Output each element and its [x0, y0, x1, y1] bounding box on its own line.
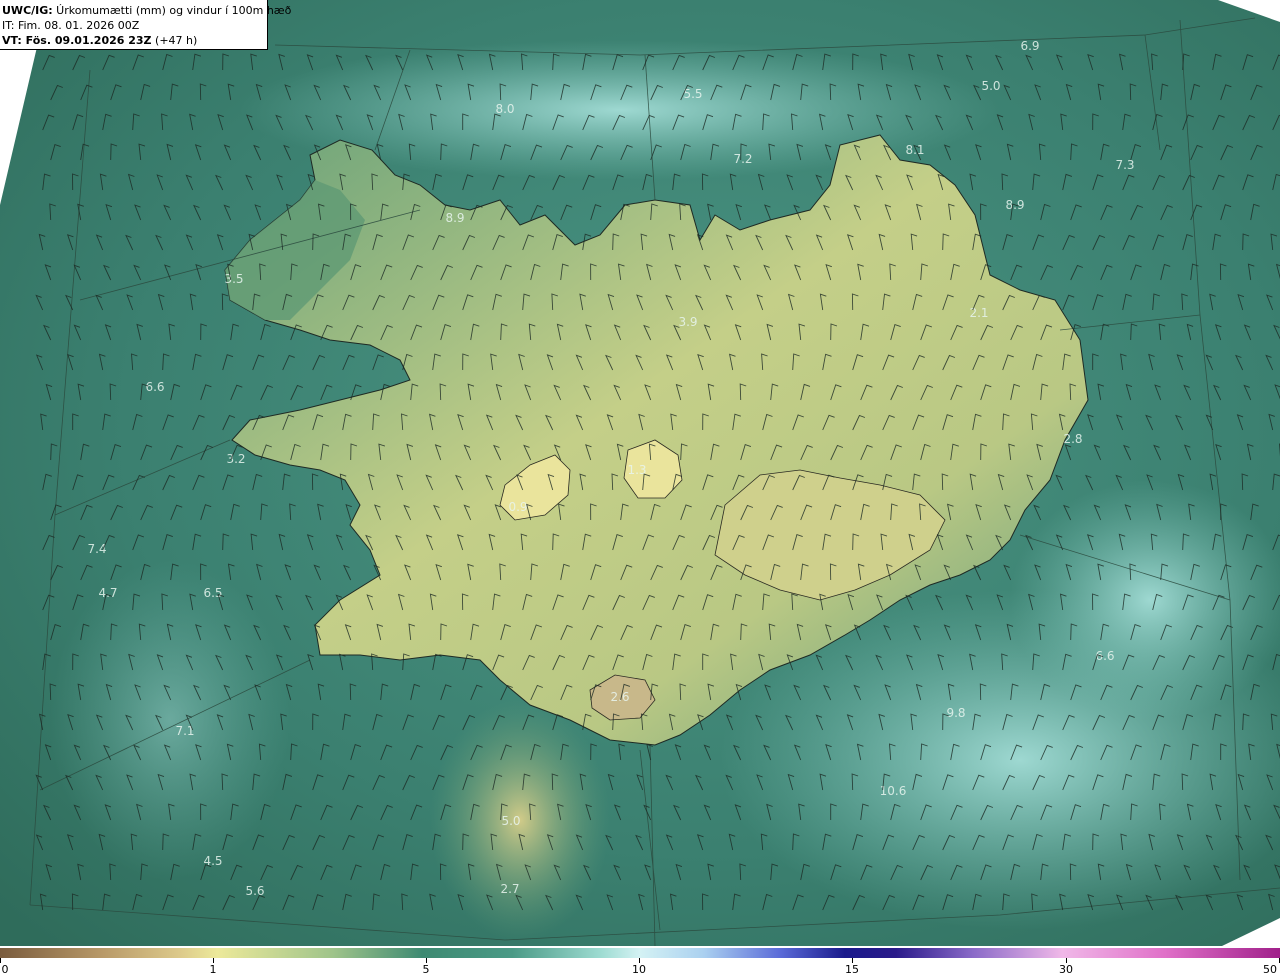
map-value: 2.6	[610, 690, 629, 704]
map-value: 5.0	[501, 814, 520, 828]
valid-time-line: VT: Fös. 09.01.2026 23Z (+47 h)	[2, 33, 267, 48]
map-value: 3.9	[678, 315, 697, 329]
map-value: 4.5	[203, 854, 222, 868]
sea-plume-southwest	[50, 560, 290, 880]
map-value: 7.3	[1115, 158, 1134, 172]
map-value: 6.6	[1095, 649, 1114, 663]
colorbar-tick-label: 0	[1, 963, 9, 976]
colorbar-tick-label: 1	[209, 963, 217, 976]
map-value: 7.4	[87, 542, 106, 556]
map-value: 6.5	[203, 586, 222, 600]
colorbar-tick-label: 10	[632, 963, 646, 976]
map-value: 2.8	[1063, 432, 1082, 446]
map-value: 10.6	[880, 784, 907, 798]
map-value: 9.8	[946, 706, 965, 720]
map-value: 8.9	[445, 211, 464, 225]
map-value: 4.7	[98, 586, 117, 600]
sea-plume-east	[1010, 480, 1280, 720]
colorbar-tick-label: 30	[1059, 963, 1073, 976]
colorbar-tick-label: 5	[422, 963, 430, 976]
map-value: 8.1	[905, 143, 924, 157]
map-value: 3.5	[224, 272, 243, 286]
product-name: Úrkomumætti (mm) og vindur í 100m hæð	[52, 4, 292, 17]
map-value: 5.0	[981, 79, 1000, 93]
colorbar-tick-label: 15	[845, 963, 859, 976]
map-value: 7.2	[733, 152, 752, 166]
colorbar-strip	[0, 948, 1280, 958]
map-value: 3.2	[226, 452, 245, 466]
init-time: IT: Fim. 08. 01. 2026 00Z	[2, 19, 140, 32]
lead-time: (+47 h)	[151, 34, 198, 47]
forecast-map: 6.9 5.0 8.0 5.5 7.2 8.1 7.3 8.9 8.9 3.5 …	[0, 0, 1280, 946]
map-value: 0.9	[508, 500, 527, 514]
title-box: UWC/IG: Úrkomumætti (mm) og vindur í 100…	[0, 0, 291, 50]
colorbar: 0 1 5 10 15 30 50	[0, 946, 1280, 978]
model-name: UWC/IG:	[2, 4, 53, 17]
map-value: 6.9	[1020, 39, 1039, 53]
title-line: UWC/IG: Úrkomumætti (mm) og vindur í 100…	[2, 3, 291, 18]
valid-time: VT: Fös. 09.01.2026 23Z	[2, 34, 152, 47]
colorbar-tick-label: 50	[1263, 963, 1277, 976]
map-value: 5.5	[683, 87, 702, 101]
map-value: 7.1	[175, 724, 194, 738]
map-value: 8.0	[495, 102, 514, 116]
map-value: 6.6	[145, 380, 164, 394]
map-value: 2.7	[500, 882, 519, 896]
map-value: 2.1	[969, 306, 988, 320]
map-canvas: 6.9 5.0 8.0 5.5 7.2 8.1 7.3 8.9 8.9 3.5 …	[0, 0, 1280, 946]
